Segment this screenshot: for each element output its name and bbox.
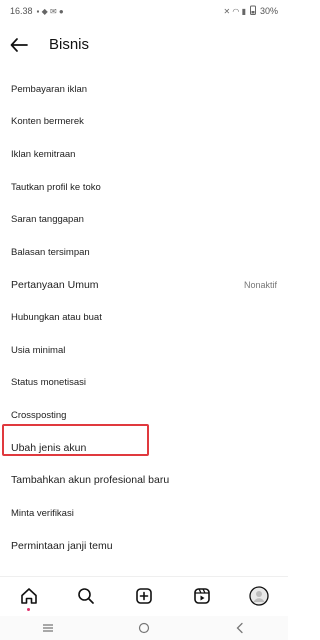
menu-item-label: Saran tanggapan bbox=[11, 214, 84, 226]
menu-item-label: Hubungkan atau buat bbox=[11, 311, 102, 323]
status-time: 16.38 bbox=[10, 6, 33, 16]
menu-item-label: Permintaan janji temu bbox=[11, 539, 113, 552]
notification-icons: ▪ ◆ ✉ ● bbox=[36, 6, 64, 16]
menu-item-pembayaran-iklan[interactable]: Pembayaran iklan bbox=[0, 73, 288, 106]
search-icon[interactable] bbox=[66, 579, 106, 613]
menu-item-hubungkan[interactable]: Hubungkan atau buat bbox=[0, 301, 288, 334]
status-right: ✕ ◠ ▮ 30% bbox=[223, 5, 278, 17]
menu-item-balasan-tersimpan[interactable]: Balasan tersimpan bbox=[0, 236, 288, 269]
menu-item-label: Tautkan profil ke toko bbox=[11, 181, 101, 193]
menu-item-pertanyaan-umum[interactable]: Pertanyaan Umum Nonaktif bbox=[0, 269, 288, 302]
back-button-icon[interactable] bbox=[225, 618, 255, 638]
recent-apps-icon[interactable] bbox=[33, 618, 63, 638]
android-nav-bar bbox=[0, 616, 288, 640]
status-bar: 16.38 ▪ ◆ ✉ ● ✕ ◠ ▮ 30% bbox=[0, 0, 288, 22]
reels-icon[interactable] bbox=[182, 579, 222, 613]
menu-item-label: Crossposting bbox=[11, 409, 67, 421]
menu-item-tautkan-profil[interactable]: Tautkan profil ke toko bbox=[0, 171, 288, 204]
menu-item-konten-bermerek[interactable]: Konten bermerek bbox=[0, 106, 288, 139]
menu-item-iklan-kemitraan[interactable]: Iklan kemitraan bbox=[0, 138, 288, 171]
menu-item-usia-minimal[interactable]: Usia minimal bbox=[0, 334, 288, 367]
battery-icon bbox=[249, 5, 256, 17]
menu-item-status: Nonaktif bbox=[243, 279, 277, 290]
back-arrow-icon[interactable] bbox=[8, 34, 30, 56]
menu-item-ubah-jenis-akun[interactable]: Ubah jenis akun bbox=[0, 432, 288, 465]
menu-item-permintaan-janji[interactable]: Permintaan janji temu bbox=[0, 529, 288, 562]
home-icon[interactable] bbox=[9, 579, 49, 613]
menu-item-tambahkan-akun[interactable]: Tambahkan akun profesional baru bbox=[0, 464, 288, 497]
menu-item-label: Balasan tersimpan bbox=[11, 246, 90, 258]
menu-item-label: Pertanyaan Umum bbox=[11, 278, 99, 291]
menu-item-label: Ubah jenis akun bbox=[11, 441, 87, 454]
menu-item-saran-tanggapan[interactable]: Saran tanggapan bbox=[0, 203, 288, 236]
menu-item-label: Usia minimal bbox=[11, 344, 66, 356]
menu-item-label: Pembayaran iklan bbox=[11, 83, 88, 95]
menu-item-status-monetisasi[interactable]: Status monetisasi bbox=[0, 366, 288, 399]
signal-icons: ✕ ◠ ▮ bbox=[223, 6, 246, 16]
menu-item-label: Tambahkan akun profesional baru bbox=[11, 474, 170, 487]
menu-item-minta-verifikasi[interactable]: Minta verifikasi bbox=[0, 497, 288, 530]
home-button-icon[interactable] bbox=[129, 618, 159, 638]
bottom-nav bbox=[0, 576, 288, 615]
menu-item-crossposting[interactable]: Crossposting bbox=[0, 399, 288, 432]
settings-menu: Pembayaran iklan Konten bermerek Iklan k… bbox=[0, 73, 288, 562]
notification-dot bbox=[27, 608, 31, 611]
menu-item-label: Minta verifikasi bbox=[11, 507, 74, 519]
status-left: 16.38 ▪ ◆ ✉ ● bbox=[10, 6, 64, 16]
menu-item-label: Status monetisasi bbox=[11, 377, 86, 389]
menu-item-label: Iklan kemitraan bbox=[11, 148, 76, 160]
battery-level: 30% bbox=[259, 6, 278, 16]
menu-item-label: Konten bermerek bbox=[11, 116, 84, 128]
profile-avatar[interactable] bbox=[239, 579, 279, 613]
header: Bisnis bbox=[0, 30, 288, 60]
page-title: Bisnis bbox=[49, 36, 90, 53]
create-icon[interactable] bbox=[124, 579, 164, 613]
